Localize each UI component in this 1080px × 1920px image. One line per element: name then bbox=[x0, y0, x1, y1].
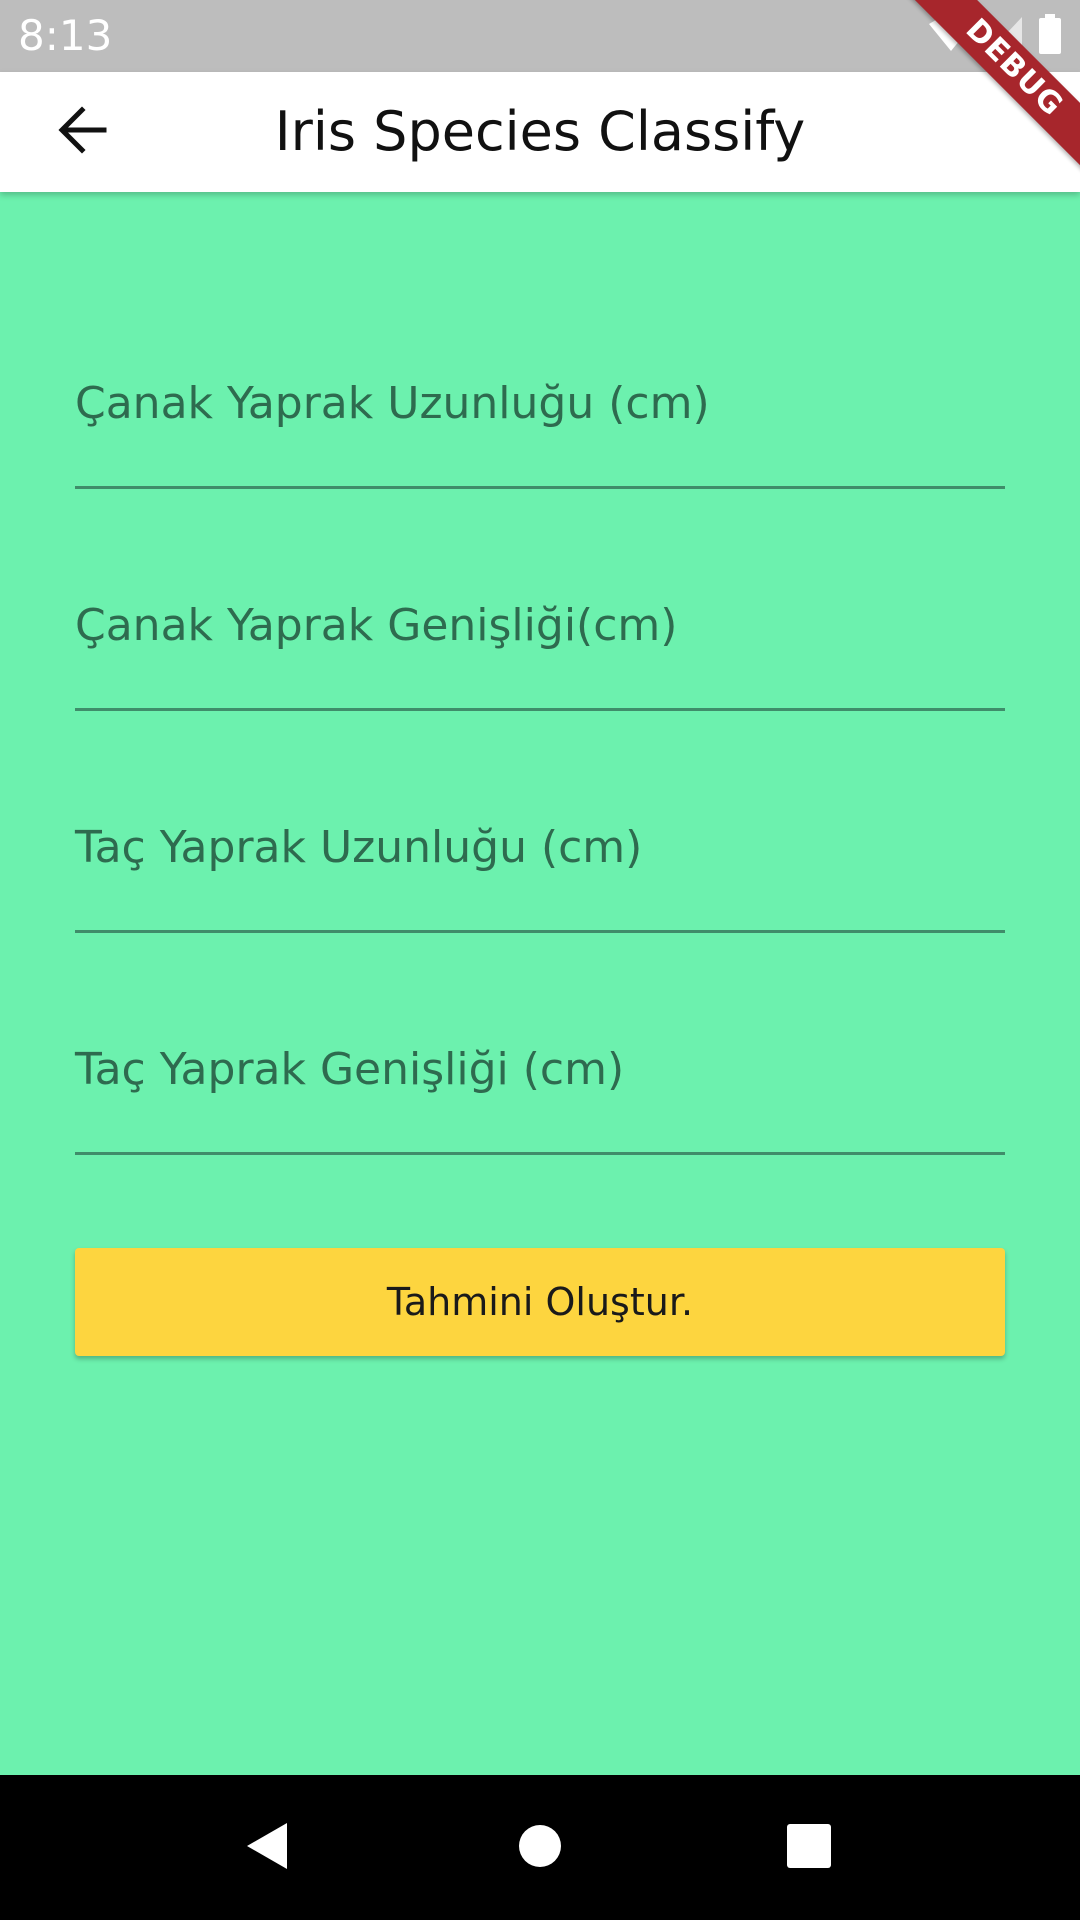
back-triangle-icon bbox=[243, 1821, 291, 1875]
sepal-length-field[interactable]: Çanak Yaprak Uzunluğu (cm) bbox=[75, 370, 1009, 490]
status-time: 8:13 bbox=[18, 11, 113, 60]
home-circle-icon bbox=[517, 1823, 563, 1873]
wifi-icon bbox=[928, 15, 974, 57]
petal-length-field[interactable]: Taç Yaprak Uzunluğu (cm) bbox=[75, 814, 1009, 934]
nav-recents-button[interactable] bbox=[749, 1775, 869, 1920]
status-icons bbox=[928, 14, 1062, 58]
petal-length-input[interactable] bbox=[75, 814, 1009, 916]
nav-back-button[interactable] bbox=[207, 1775, 327, 1920]
field-underline bbox=[75, 708, 1005, 711]
battery-icon bbox=[1038, 14, 1062, 58]
signal-icon bbox=[988, 15, 1024, 57]
field-underline bbox=[75, 1152, 1005, 1155]
sepal-length-input[interactable] bbox=[75, 370, 1009, 472]
sepal-width-field[interactable]: Çanak Yaprak Genişliği(cm) bbox=[75, 592, 1009, 712]
system-nav-bar bbox=[0, 1775, 1080, 1920]
recents-square-icon bbox=[786, 1823, 832, 1873]
predict-button-label: Tahmini Oluştur. bbox=[386, 1280, 694, 1324]
app-bar: Iris Species Classify bbox=[0, 72, 1080, 192]
nav-home-button[interactable] bbox=[480, 1775, 600, 1920]
field-underline bbox=[75, 486, 1005, 489]
status-bar: 8:13 bbox=[0, 0, 1080, 72]
app-screen: 8:13 DEBUG Iris Species Classify Çanak Y… bbox=[0, 0, 1080, 1920]
predict-button[interactable]: Tahmini Oluştur. bbox=[75, 1248, 1005, 1356]
petal-width-field[interactable]: Taç Yaprak Genişliği (cm) bbox=[75, 1036, 1009, 1156]
field-underline bbox=[75, 930, 1005, 933]
page-title: Iris Species Classify bbox=[274, 100, 806, 163]
sepal-width-input[interactable] bbox=[75, 592, 1009, 694]
petal-width-input[interactable] bbox=[75, 1036, 1009, 1138]
